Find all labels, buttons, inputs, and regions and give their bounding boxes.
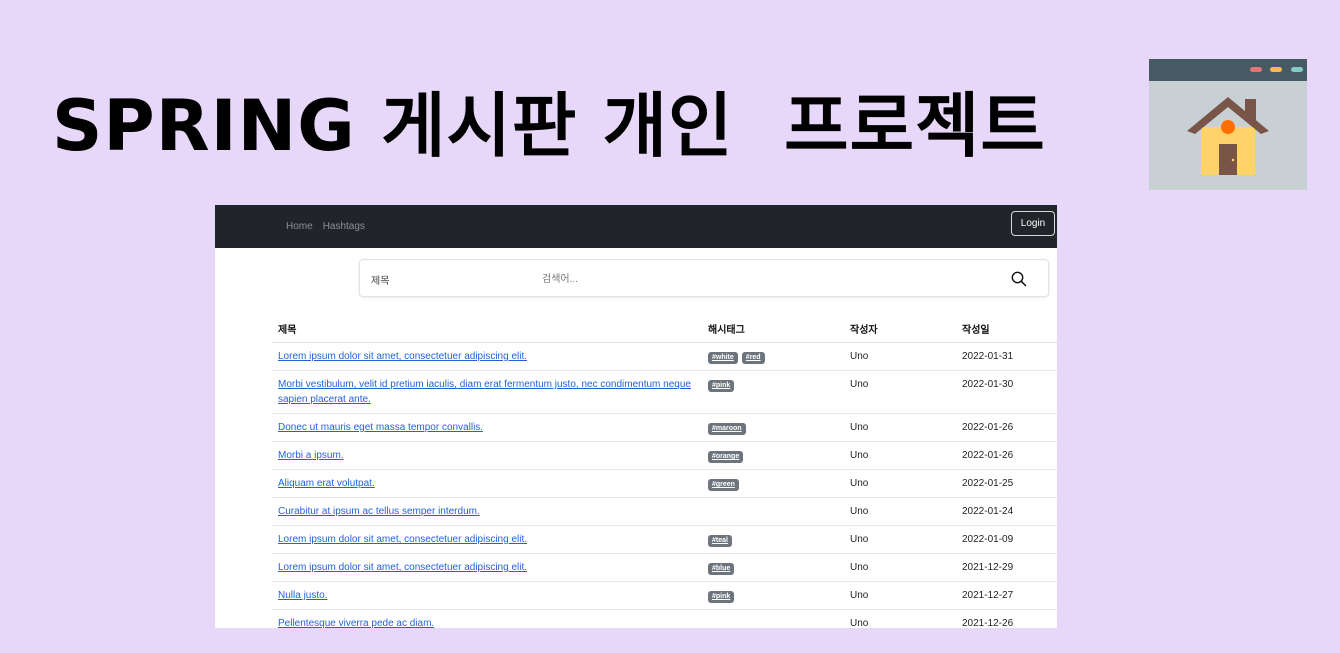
hashtag-cell: #white #red — [702, 342, 844, 371]
title-cell: Lorem ipsum dolor sit amet, consectetuer… — [272, 525, 702, 554]
article-title-link[interactable]: Nulla justo. — [278, 590, 327, 601]
hashtag-cell: #maroon — [702, 413, 844, 442]
table-row: Morbi a ipsum. #orange Uno 2022-01-26 — [272, 441, 1057, 470]
table-row: Lorem ipsum dolor sit amet, consectetuer… — [272, 553, 1057, 582]
date-cell: 2021-12-29 — [956, 553, 1057, 582]
article-title-link[interactable]: Curabitur at ipsum ac tellus semper inte… — [278, 506, 480, 517]
search-icon[interactable] — [1010, 270, 1028, 288]
nav-link-hashtags[interactable]: Hashtags — [323, 221, 365, 232]
article-title-link[interactable]: Lorem ipsum dolor sit amet, consectetuer… — [278, 351, 527, 362]
search-type-select[interactable]: 제목 — [371, 272, 389, 287]
board-app-window: Home Hashtags Login 제목 제목 해시태그 작성자 작성일 L… — [215, 205, 1057, 628]
hashtag-cell: #pink — [702, 370, 844, 414]
date-cell: 2022-01-26 — [956, 441, 1057, 470]
title-cell: Morbi a ipsum. — [272, 441, 702, 470]
article-title-link[interactable]: Aliquam erat volutpat. — [278, 478, 375, 489]
table-row: Pellentesque viverra pede ac diam. Uno 202… — [272, 609, 1057, 628]
header-title[interactable]: 제목 — [272, 315, 702, 343]
author-cell: Uno — [844, 525, 956, 554]
hashtag-badge[interactable]: #maroon — [708, 423, 746, 435]
table-row: Nulla justo. #pink Uno 2021-12-27 — [272, 581, 1057, 610]
nav-link-home[interactable]: Home — [286, 221, 313, 232]
date-cell: 2022-01-26 — [956, 413, 1057, 442]
table-row: Donec ut mauris eget massa tempor conval… — [272, 413, 1057, 442]
article-title-link[interactable]: Lorem ipsum dolor sit amet, consectetuer… — [278, 534, 527, 545]
article-title-link[interactable]: Morbi vestibulum, velit id pretium iacul… — [278, 379, 691, 405]
login-button[interactable]: Login — [1011, 211, 1055, 236]
author-cell: Uno — [844, 441, 956, 470]
search-input[interactable] — [540, 268, 964, 290]
nav-links: Home Hashtags — [286, 205, 365, 248]
title-cell: Morbi vestibulum, velit id pretium iacul… — [272, 370, 702, 414]
hashtag-badge[interactable]: #white — [708, 352, 738, 364]
date-cell: 2022-01-31 — [956, 342, 1057, 371]
author-cell: Uno — [844, 370, 956, 414]
article-title-link[interactable]: Lorem ipsum dolor sit amet, consectetuer… — [278, 562, 527, 573]
hashtag-badge[interactable]: #blue — [708, 563, 735, 575]
hashtag-badge[interactable]: #red — [741, 352, 765, 364]
date-cell: 2021-12-26 — [956, 609, 1057, 628]
table-row: Aliquam erat volutpat. #green Uno 2022-01-2… — [272, 469, 1057, 498]
title-cell: Lorem ipsum dolor sit amet, consectetuer… — [272, 342, 702, 371]
date-cell: 2022-01-30 — [956, 370, 1057, 414]
date-cell: 2022-01-24 — [956, 497, 1057, 526]
article-title-link[interactable]: Pellentesque viverra pede ac diam. — [278, 618, 434, 628]
date-cell: 2021-12-27 — [956, 581, 1057, 610]
header-hashtag[interactable]: 해시태그 — [702, 315, 844, 343]
hashtag-cell: #teal — [702, 525, 844, 554]
title-cell: Aliquam erat volutpat. — [272, 469, 702, 498]
page-title: SPRING 게시판 개인 프로젝트 — [52, 85, 1046, 167]
hashtag-cell: #pink — [702, 581, 844, 610]
header-author[interactable]: 작성자 — [844, 315, 956, 343]
house-browser-icon — [1149, 59, 1307, 190]
article-title-link[interactable]: Morbi a ipsum. — [278, 450, 344, 461]
author-cell: Uno — [844, 609, 956, 628]
title-cell: Pellentesque viverra pede ac diam. — [272, 609, 702, 628]
hashtag-cell — [702, 497, 844, 526]
navbar: Home Hashtags Login — [215, 205, 1057, 248]
author-cell: Uno — [844, 553, 956, 582]
table-row: Lorem ipsum dolor sit amet, consectetuer… — [272, 525, 1057, 554]
hashtag-badge[interactable]: #green — [708, 479, 739, 491]
hashtag-cell: #orange — [702, 441, 844, 470]
title-cell: Nulla justo. — [272, 581, 702, 610]
author-cell: Uno — [844, 413, 956, 442]
table-row: Lorem ipsum dolor sit amet, consectetuer… — [272, 342, 1057, 371]
author-cell: Uno — [844, 497, 956, 526]
hashtag-cell — [702, 609, 844, 628]
hashtag-badge[interactable]: #pink — [708, 380, 735, 392]
author-cell: Uno — [844, 342, 956, 371]
hashtag-badge[interactable]: #teal — [708, 535, 732, 547]
author-cell: Uno — [844, 469, 956, 498]
hashtag-badge[interactable]: #orange — [708, 451, 744, 463]
hashtag-cell: #blue — [702, 553, 844, 582]
article-title-link[interactable]: Donec ut mauris eget massa tempor conval… — [278, 422, 483, 433]
date-cell: 2022-01-25 — [956, 469, 1057, 498]
table-row: Morbi vestibulum, velit id pretium iacul… — [272, 370, 1057, 414]
title-cell: Donec ut mauris eget massa tempor conval… — [272, 413, 702, 442]
hashtag-cell: #green — [702, 469, 844, 498]
date-cell: 2022-01-09 — [956, 525, 1057, 554]
search-bar: 제목 — [359, 259, 1049, 297]
table-header-row: 제목 해시태그 작성자 작성일 — [272, 315, 1057, 343]
hashtag-badge[interactable]: #pink — [708, 591, 735, 603]
author-cell: Uno — [844, 581, 956, 610]
title-cell: Lorem ipsum dolor sit amet, consectetuer… — [272, 553, 702, 582]
article-table: 제목 해시태그 작성자 작성일 Lorem ipsum dolor sit am… — [272, 315, 1057, 628]
table-row: Curabitur at ipsum ac tellus semper inte… — [272, 497, 1057, 526]
header-date[interactable]: 작성일 — [956, 315, 1057, 343]
title-cell: Curabitur at ipsum ac tellus semper inte… — [272, 497, 702, 526]
